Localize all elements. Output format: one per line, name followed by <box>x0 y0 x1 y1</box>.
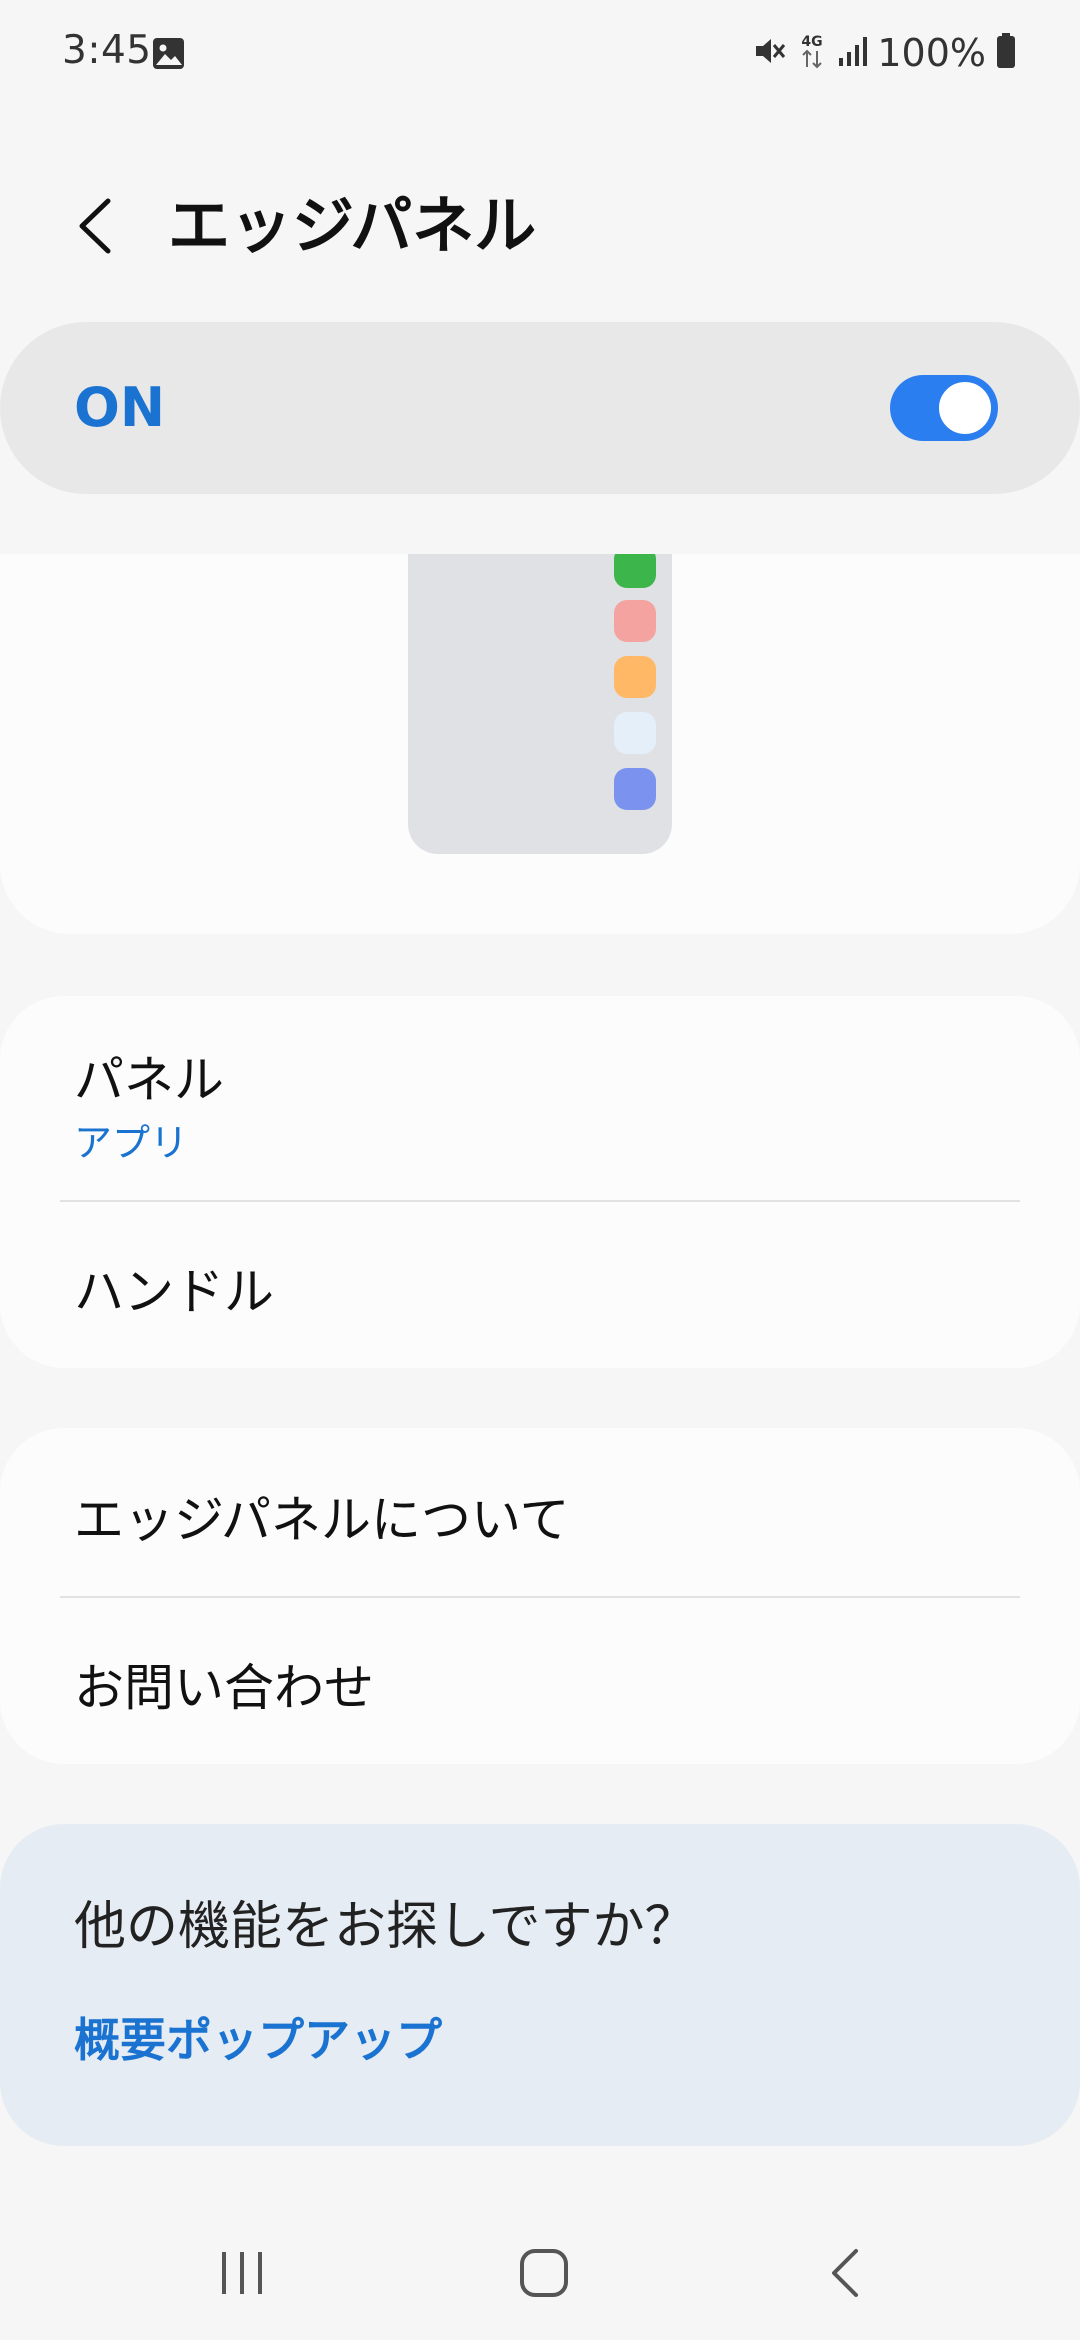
gallery-icon <box>152 37 185 70</box>
chevron-left-icon <box>79 198 111 254</box>
4g-icon: 4G <box>797 31 827 75</box>
svg-text:4G: 4G <box>802 34 823 50</box>
preview-app-icon <box>614 554 656 588</box>
suggestion-card: 他の機能をお探しですか？ 概要ポップアップ <box>0 1824 1080 2146</box>
suggestion-question: 他の機能をお探しですか？ <box>74 1897 697 1957</box>
master-switch-label: ON <box>74 376 166 439</box>
setting-item-contact[interactable]: お問い合わせ <box>0 1598 1080 1764</box>
recents-button[interactable] <box>202 2238 282 2308</box>
home-icon <box>520 2249 568 2297</box>
edge-panel-settings-screen: 3:45 4G 100% エッジパネル ON パネル アプリ ハンドル エッジパ… <box>0 0 1080 2340</box>
home-button[interactable] <box>504 2238 584 2308</box>
status-icons: 4G 100% <box>743 28 1016 78</box>
master-toggle[interactable] <box>890 375 998 441</box>
preview-app-icon <box>614 712 656 754</box>
recents-icon <box>222 2252 262 2294</box>
back-icon <box>832 2249 858 2297</box>
setting-item-subtitle: アプリ <box>74 1121 189 1165</box>
preview-app-icon <box>614 768 656 810</box>
battery-percent: 100% <box>877 31 986 75</box>
signal-icon <box>837 34 868 72</box>
mute-icon <box>753 34 787 72</box>
setting-item-about[interactable]: エッジパネルについて <box>0 1428 1080 1596</box>
settings-card-panels: パネル アプリ ハンドル <box>0 996 1080 1368</box>
page-title: エッジパネル <box>168 189 537 262</box>
preview-phone <box>408 554 672 854</box>
app-bar: エッジパネル <box>0 176 1080 276</box>
setting-item-title: お問い合わせ <box>74 1659 374 1717</box>
edge-panel-preview <box>0 554 1080 934</box>
preview-app-icon <box>614 600 656 642</box>
setting-item-panels[interactable]: パネル アプリ <box>0 996 1080 1200</box>
master-switch-bar[interactable]: ON <box>0 322 1080 494</box>
status-bar: 3:45 4G 100% <box>0 0 1080 106</box>
toggle-knob <box>936 379 994 437</box>
battery-icon <box>996 33 1016 73</box>
setting-item-title: ハンドル <box>74 1263 274 1321</box>
setting-item-title: パネル <box>74 1051 224 1109</box>
preview-app-icon <box>614 656 656 698</box>
nav-back-button[interactable] <box>806 2238 886 2308</box>
status-time: 3:45 <box>62 28 152 73</box>
back-button[interactable] <box>62 192 126 260</box>
navigation-bar <box>0 2200 1080 2340</box>
setting-item-title: エッジパネルについて <box>74 1491 570 1549</box>
settings-card-about: エッジパネルについて お問い合わせ <box>0 1428 1080 1764</box>
suggestion-link[interactable]: 概要ポップアップ <box>74 2004 442 2070</box>
setting-item-handle[interactable]: ハンドル <box>0 1202 1080 1368</box>
